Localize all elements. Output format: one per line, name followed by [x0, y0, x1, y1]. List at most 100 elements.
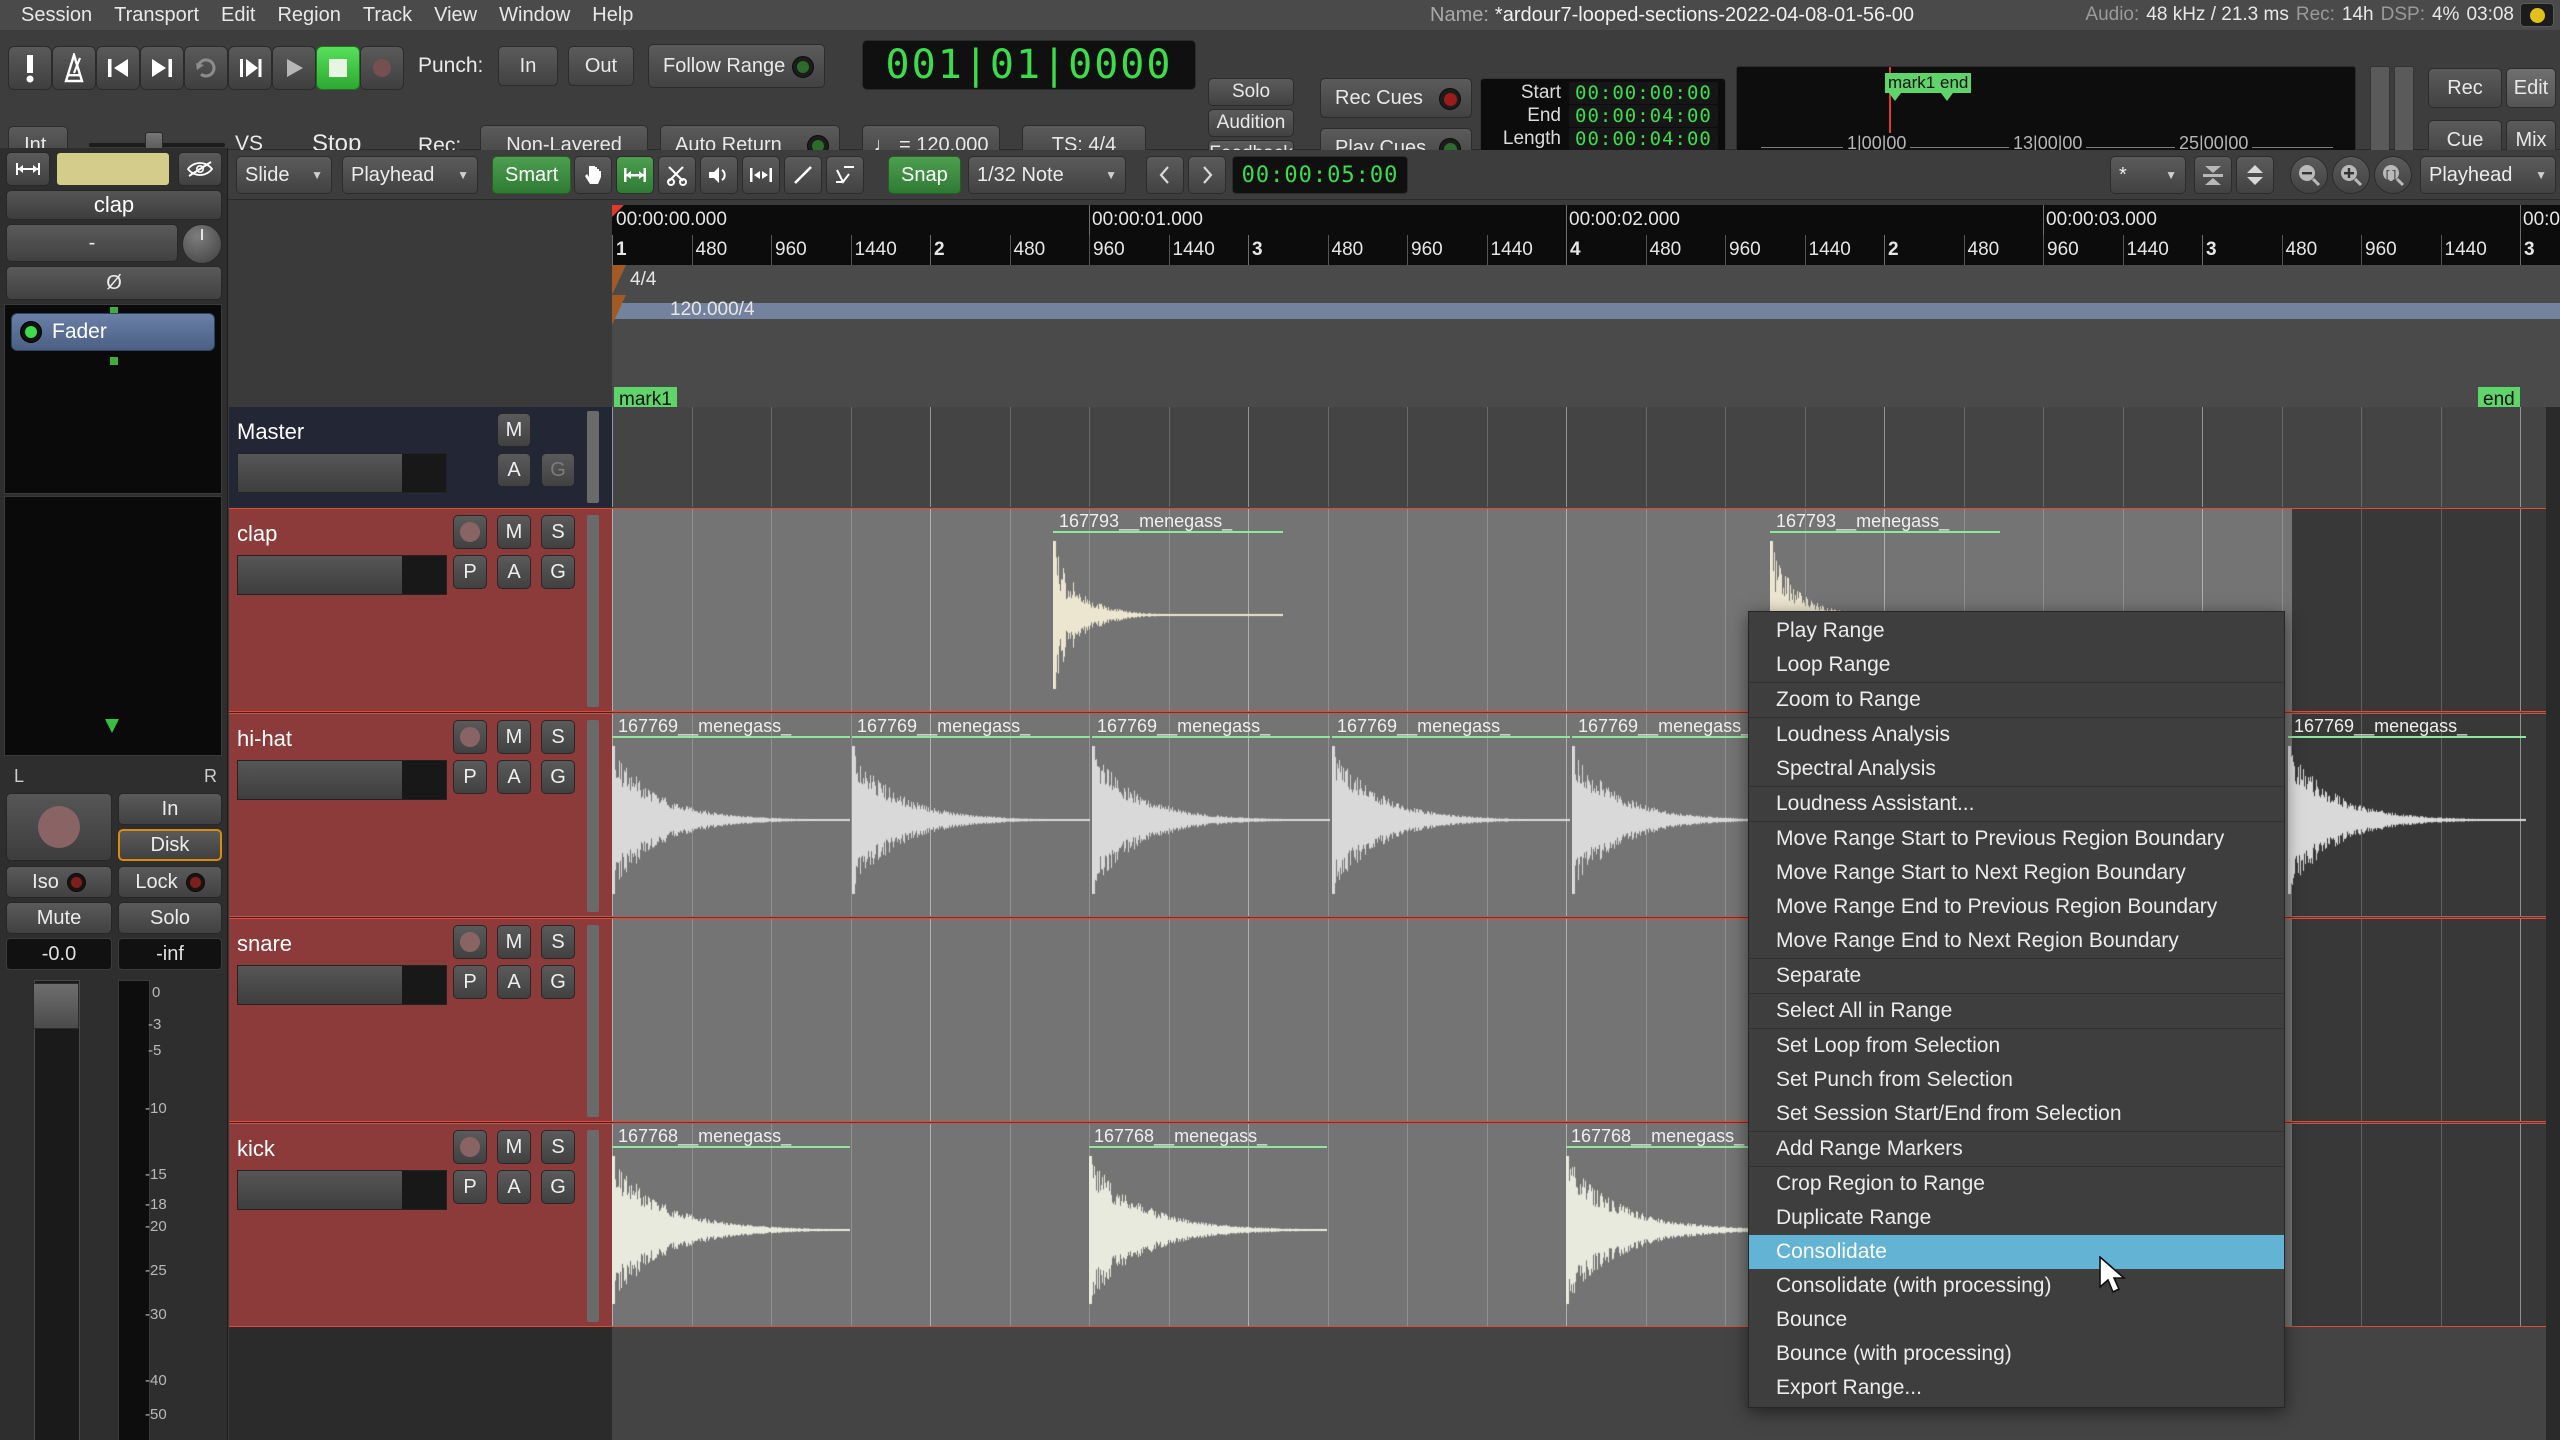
track-fader-hihat[interactable]: [237, 760, 447, 800]
clap-solo-button[interactable]: S: [541, 515, 575, 549]
grab-tool-icon[interactable]: [574, 156, 612, 194]
width-toggle-icon[interactable]: [6, 152, 50, 186]
ruler-loop-punch[interactable]: [612, 355, 2560, 385]
snap-toggle-button[interactable]: Snap: [888, 156, 961, 194]
context-menu-item-loop-range[interactable]: Loop Range: [1749, 648, 2284, 682]
mute-button[interactable]: Mute: [6, 902, 112, 934]
phase-invert-button[interactable]: Ø: [6, 266, 222, 300]
processor-enable-led[interactable]: [20, 321, 42, 343]
monitor-disk-button[interactable]: Disk: [118, 829, 222, 861]
snare-record-arm-button[interactable]: [453, 925, 487, 959]
nudge-forward-button[interactable]: [1188, 156, 1226, 194]
track-fader-snare[interactable]: [237, 965, 447, 1005]
menu-item-edit[interactable]: Edit: [210, 2, 266, 29]
edit-automation-tool-icon[interactable]: [826, 156, 864, 194]
grid-selector[interactable]: 1/32 Note ▼: [968, 156, 1126, 194]
track-resize-handle-hihat[interactable]: [587, 720, 599, 912]
primary-clock[interactable]: 001|01|0000: [862, 40, 1196, 90]
context-menu-item-select-all-in-range[interactable]: Select All in Range: [1749, 994, 2284, 1028]
kick-automation-button[interactable]: A: [497, 1170, 531, 1204]
hihat-mute-button[interactable]: M: [497, 720, 531, 754]
menu-item-help[interactable]: Help: [581, 2, 644, 29]
clock-length-value[interactable]: 00:00:04:00: [1569, 127, 1718, 150]
context-menu-item-move-range-start-to-next-region-boundary[interactable]: Move Range Start to Next Region Boundary: [1749, 856, 2284, 890]
track-name-hihat[interactable]: hi-hat: [237, 726, 292, 752]
zoom-focus-selector[interactable]: Playhead ▼: [2420, 156, 2556, 194]
zoom-in-button[interactable]: [2332, 156, 2370, 194]
track-header-snare[interactable]: snare M S P A G: [229, 918, 612, 1122]
clock-row-length[interactable]: Length 00:00:04:00: [1487, 127, 1719, 150]
menu-item-window[interactable]: Window: [488, 2, 581, 29]
loop-button[interactable]: [184, 46, 228, 90]
track-resize-handle-master[interactable]: [587, 411, 599, 503]
snare-automation-button[interactable]: A: [497, 965, 531, 999]
clap-group-button[interactable]: G: [541, 555, 575, 589]
draw-tool-icon[interactable]: [784, 156, 822, 194]
metronome-button[interactable]: [52, 46, 96, 90]
snare-solo-button[interactable]: S: [541, 925, 575, 959]
shrink-tracks-button[interactable]: [2194, 156, 2232, 194]
play-range-button[interactable]: [228, 46, 272, 90]
solo-indicator[interactable]: Solo: [1208, 78, 1294, 106]
goto-end-button[interactable]: [140, 46, 184, 90]
window-tab-rec[interactable]: Rec: [2428, 68, 2502, 108]
solo-lock-button[interactable]: Lock: [118, 866, 222, 898]
processor-fader[interactable]: Fader: [11, 313, 215, 351]
clock-start-value[interactable]: 00:00:00:00: [1569, 81, 1718, 104]
track-resize-handle-kick[interactable]: [587, 1130, 599, 1322]
context-menu-item-set-loop-from-selection[interactable]: Set Loop from Selection: [1749, 1029, 2284, 1063]
punch-out-button[interactable]: Out: [568, 46, 634, 86]
ruler-range-markers[interactable]: [612, 325, 2560, 355]
context-menu-item-add-range-markers[interactable]: Add Range Markers: [1749, 1132, 2284, 1166]
clap-record-arm-button[interactable]: [453, 515, 487, 549]
track-fader-clap[interactable]: [237, 555, 447, 595]
solo-button[interactable]: Solo: [118, 902, 222, 934]
punch-in-button[interactable]: In: [498, 46, 558, 86]
gain-fader[interactable]: [33, 980, 80, 1440]
menu-item-region[interactable]: Region: [266, 2, 351, 29]
track-resize-handle-clap[interactable]: [587, 515, 599, 707]
range-context-menu[interactable]: Play Range Loop Range Zoom to Range Loudnes…: [1748, 611, 2285, 1408]
track-header-hihat[interactable]: hi-hat M S P A G: [229, 713, 612, 917]
clap-playlist-button[interactable]: P: [453, 555, 487, 589]
midi-panic-button[interactable]: [8, 46, 52, 90]
context-menu-item-bounce-with-processing[interactable]: Bounce (with processing): [1749, 1337, 2284, 1371]
range-tool-icon[interactable]: [616, 156, 654, 194]
audition-tool-icon[interactable]: [700, 156, 738, 194]
peak-display[interactable]: -inf: [118, 938, 222, 970]
hihat-group-button[interactable]: G: [541, 760, 575, 794]
menu-item-session[interactable]: Session: [10, 2, 103, 29]
context-menu-item-crop-region-to-range[interactable]: Crop Region to Range: [1749, 1167, 2284, 1201]
track-header-master[interactable]: Master M A G: [229, 407, 612, 507]
gain-display[interactable]: -0.0: [6, 938, 112, 970]
mini-marker-mark1[interactable]: mark1: [1885, 73, 1939, 101]
window-tab-edit[interactable]: Edit: [2506, 68, 2556, 108]
context-menu-item-move-range-start-to-previous-region-boundary[interactable]: Move Range Start to Previous Region Boun…: [1749, 822, 2284, 856]
snare-group-button[interactable]: G: [541, 965, 575, 999]
kick-record-arm-button[interactable]: [453, 1130, 487, 1164]
stop-button[interactable]: [316, 46, 360, 90]
track-name-snare[interactable]: snare: [237, 931, 292, 957]
canvas-track-master[interactable]: [612, 407, 2560, 507]
clap-automation-button[interactable]: A: [497, 555, 531, 589]
track-name-master[interactable]: Master: [237, 419, 304, 445]
track-fader-master[interactable]: [237, 453, 447, 493]
record-enable-button[interactable]: [6, 793, 112, 861]
monitor-in-button[interactable]: In: [118, 793, 222, 825]
processor-box[interactable]: Fader: [4, 304, 222, 494]
hihat-record-arm-button[interactable]: [453, 720, 487, 754]
output-button[interactable]: -: [6, 224, 178, 262]
context-menu-item-loudness-assistant[interactable]: Loudness Assistant...: [1749, 787, 2284, 821]
zoom-to-session-button[interactable]: []: [2374, 156, 2412, 194]
track-name-kick[interactable]: kick: [237, 1136, 275, 1162]
context-menu-item-bounce[interactable]: Bounce: [1749, 1303, 2284, 1337]
master-group-button[interactable]: G: [541, 453, 575, 487]
playhead-marker[interactable]: [612, 205, 624, 217]
master-mute-button[interactable]: M: [497, 413, 531, 447]
track-header-clap[interactable]: clap M S P A G: [229, 508, 612, 712]
panner-area[interactable]: [4, 496, 222, 756]
solo-isolate-button[interactable]: Iso: [6, 866, 112, 898]
mini-marker-end[interactable]: end: [1937, 73, 1972, 101]
stretch-tool-icon[interactable]: [742, 156, 780, 194]
menu-item-track[interactable]: Track: [352, 2, 423, 29]
